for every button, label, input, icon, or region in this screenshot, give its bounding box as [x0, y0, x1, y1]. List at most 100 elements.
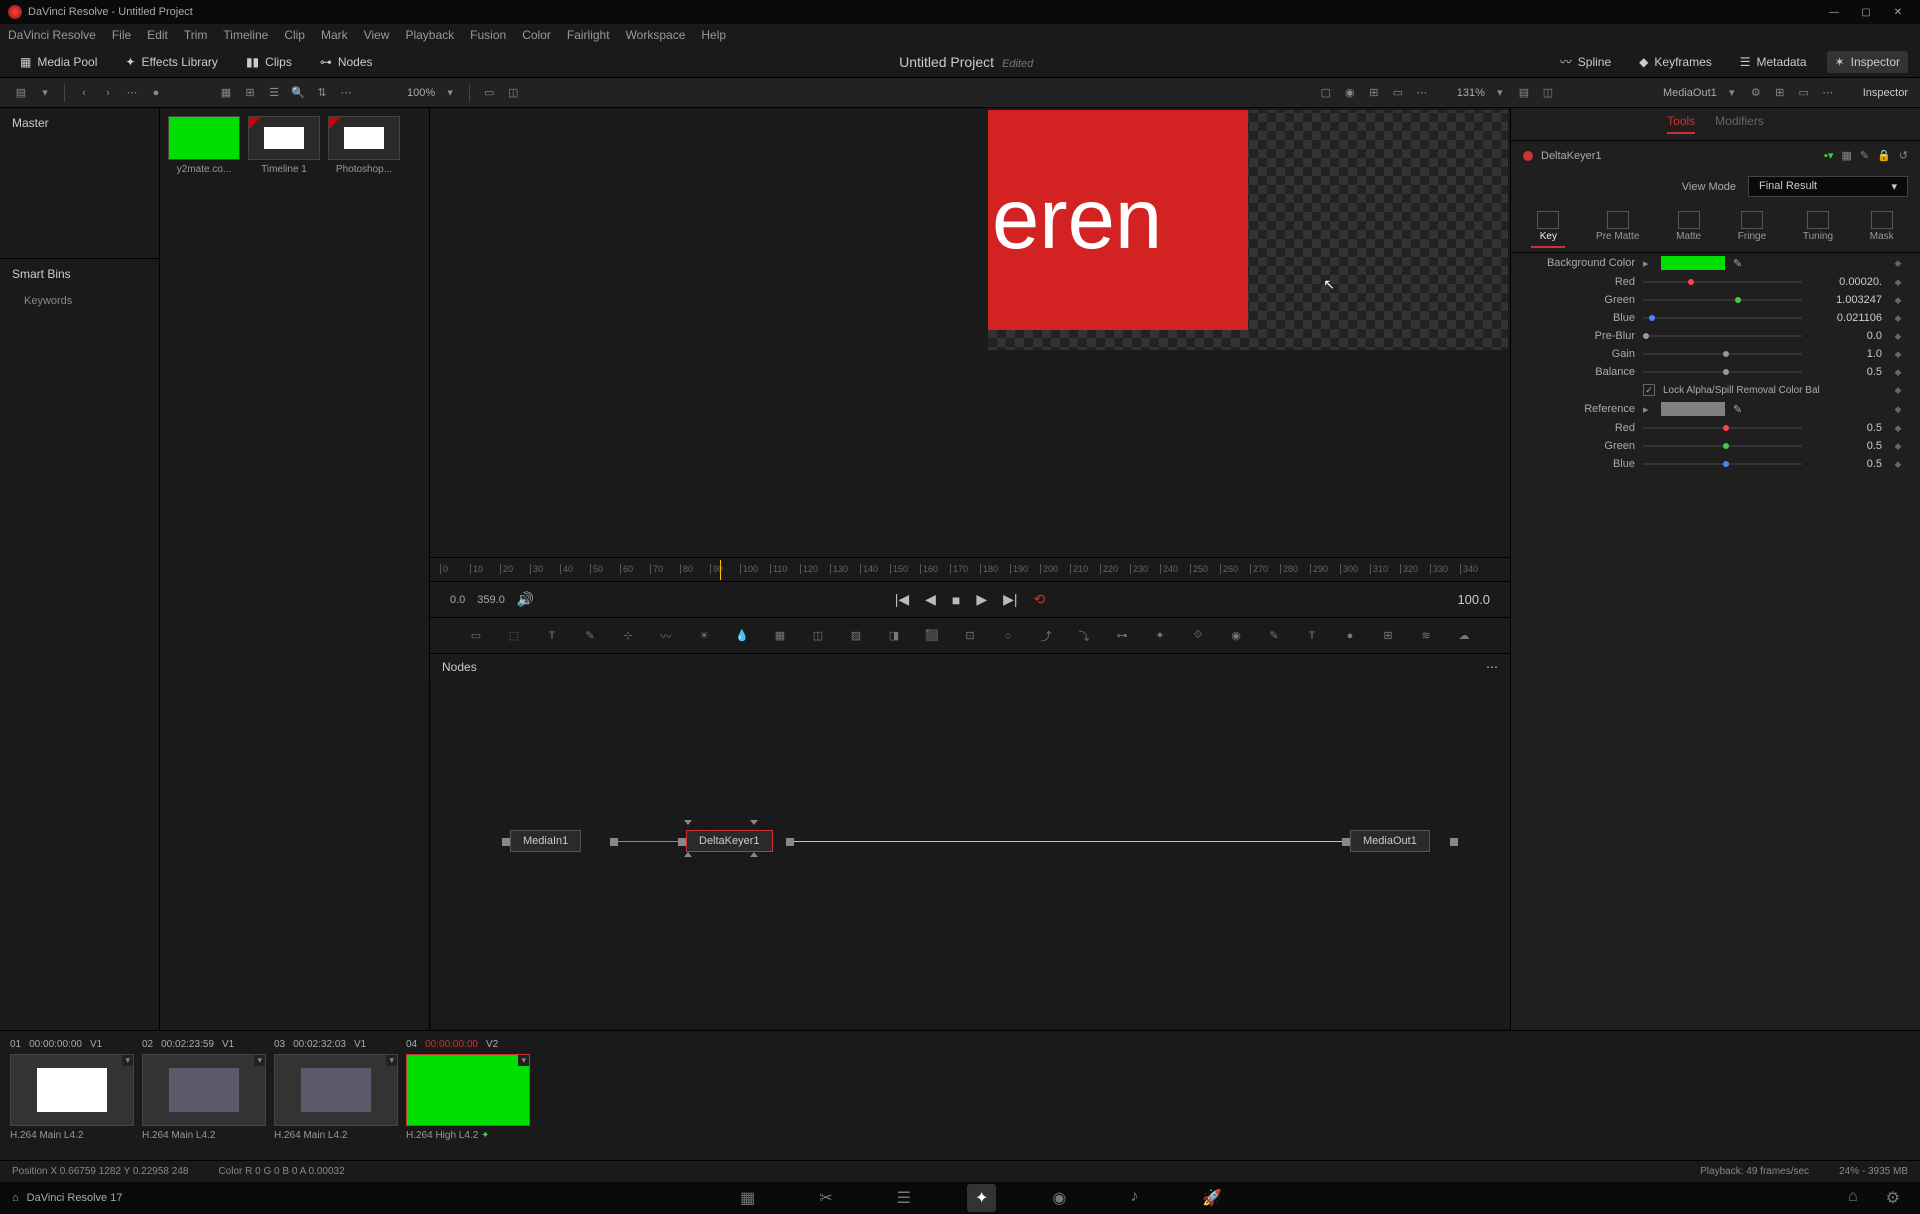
- menu-fusion[interactable]: Fusion: [470, 28, 506, 42]
- clip-thumb-04[interactable]: ▾: [406, 1054, 530, 1126]
- master-bin[interactable]: Master: [0, 108, 159, 138]
- clip-caret-icon[interactable]: ▾: [122, 1055, 133, 1066]
- zoom-left-value[interactable]: 100%: [407, 87, 435, 99]
- prop-slider-Red[interactable]: [1643, 427, 1802, 429]
- keytab-matte[interactable]: Matte: [1670, 207, 1707, 248]
- lock-checkbox[interactable]: ✓: [1643, 384, 1655, 396]
- view1-icon[interactable]: ▢: [1317, 84, 1335, 102]
- menu-color[interactable]: Color: [522, 28, 551, 42]
- menu-help[interactable]: Help: [701, 28, 726, 42]
- eyedropper-icon[interactable]: ✎: [1733, 257, 1742, 270]
- prop-value-Gain[interactable]: 1.0: [1810, 348, 1882, 360]
- insp-ico3[interactable]: 🔒: [1877, 149, 1891, 162]
- keyframe-diamond[interactable]: ◆: [1890, 385, 1906, 396]
- fusion-tool-6[interactable]: ☀: [694, 626, 714, 646]
- more3-icon[interactable]: ⋯: [1413, 84, 1431, 102]
- fusion-tool-22[interactable]: T: [1302, 626, 1322, 646]
- zoom-dd-icon[interactable]: ▾: [441, 84, 459, 102]
- insp-ico4[interactable]: ↺: [1899, 149, 1908, 162]
- node-enabled-icon[interactable]: [1523, 151, 1533, 161]
- more4-icon[interactable]: ⋯: [1819, 84, 1837, 102]
- rect-icon[interactable]: ▭: [1795, 84, 1813, 102]
- fusion-tool-13[interactable]: ⊡: [960, 626, 980, 646]
- inspector-tab[interactable]: ✶Inspector: [1827, 51, 1908, 73]
- fusion-tool-14[interactable]: ○: [998, 626, 1018, 646]
- keyframe-diamond[interactable]: ◆: [1890, 331, 1906, 342]
- skip-start-icon[interactable]: |◀: [895, 591, 909, 608]
- node-mediain1[interactable]: MediaIn1: [510, 830, 581, 852]
- fusion-tool-26[interactable]: ☁: [1454, 626, 1474, 646]
- more2-icon[interactable]: ⋯: [337, 84, 355, 102]
- keytab-fringe[interactable]: Fringe: [1732, 207, 1772, 248]
- expand-icon[interactable]: ▸: [1643, 403, 1653, 416]
- view3-icon[interactable]: ⊞: [1365, 84, 1383, 102]
- mute-icon[interactable]: 🔊: [517, 591, 534, 608]
- menu-fairlight[interactable]: Fairlight: [567, 28, 610, 42]
- effects-library-tab[interactable]: ✦Effects Library: [117, 51, 226, 73]
- fusion-tool-19[interactable]: ⟐: [1188, 626, 1208, 646]
- keyframe-diamond[interactable]: ◆: [1890, 367, 1906, 378]
- close-button[interactable]: ✕: [1884, 2, 1912, 22]
- thumb-Timeline 1[interactable]: [248, 116, 320, 160]
- fusion-tool-20[interactable]: ◉: [1226, 626, 1246, 646]
- menu-trim[interactable]: Trim: [184, 28, 208, 42]
- menu-workspace[interactable]: Workspace: [626, 28, 686, 42]
- list-icon[interactable]: ☰: [265, 84, 283, 102]
- insp-version-icon[interactable]: ▪▾: [1824, 149, 1833, 162]
- project-settings-icon[interactable]: ⌂: [1840, 1184, 1866, 1212]
- keyframe-diamond[interactable]: ◆: [1890, 404, 1906, 415]
- menu-davinci-resolve[interactable]: DaVinci Resolve: [8, 28, 96, 42]
- gear-icon[interactable]: ⚙: [1747, 84, 1765, 102]
- menu-edit[interactable]: Edit: [147, 28, 168, 42]
- grid-small-icon[interactable]: ▦: [217, 84, 235, 102]
- prop-value-Red[interactable]: 0.5: [1810, 422, 1882, 434]
- search-icon[interactable]: 🔍: [289, 84, 307, 102]
- fusion-tool-9[interactable]: ◫: [808, 626, 828, 646]
- keyframe-diamond[interactable]: ◆: [1890, 459, 1906, 470]
- node-port-out[interactable]: [786, 838, 794, 846]
- prop-value-Blue[interactable]: 0.021106: [1810, 312, 1882, 324]
- scale-icon[interactable]: ◫: [504, 84, 522, 102]
- menu-file[interactable]: File: [112, 28, 131, 42]
- minimize-button[interactable]: —: [1820, 2, 1848, 22]
- menu-timeline[interactable]: Timeline: [223, 28, 268, 42]
- fit-icon[interactable]: ▭: [480, 84, 498, 102]
- prop-slider-Red[interactable]: [1643, 281, 1802, 283]
- thumb-y2mate.co...[interactable]: [168, 116, 240, 160]
- fusion-tool-1[interactable]: ⬚: [504, 626, 524, 646]
- nodes-more-icon[interactable]: ⋯: [1486, 660, 1498, 674]
- skip-end-icon[interactable]: ▶|: [1003, 591, 1017, 608]
- fusion-tool-4[interactable]: ⊹: [618, 626, 638, 646]
- fusion-tool-18[interactable]: ✦: [1150, 626, 1170, 646]
- keyframe-diamond[interactable]: ◆: [1890, 441, 1906, 452]
- keytab-tuning[interactable]: Tuning: [1797, 207, 1839, 248]
- view6-icon[interactable]: ◫: [1539, 84, 1557, 102]
- grid2-icon[interactable]: ⊞: [1771, 84, 1789, 102]
- keyframe-diamond[interactable]: ◆: [1890, 258, 1906, 269]
- prop-slider-Pre-Blur[interactable]: [1643, 335, 1802, 337]
- fusion-tool-5[interactable]: 〰: [656, 626, 676, 646]
- stop-icon[interactable]: ■: [952, 592, 960, 608]
- fusion-tool-16[interactable]: ⤵: [1074, 626, 1094, 646]
- zoom-dd2-icon[interactable]: ▾: [1491, 84, 1509, 102]
- fusion-tool-25[interactable]: ≋: [1416, 626, 1436, 646]
- fusion-tool-23[interactable]: ●: [1340, 626, 1360, 646]
- fusion-tool-10[interactable]: ▨: [846, 626, 866, 646]
- fusion-tool-21[interactable]: ✎: [1264, 626, 1284, 646]
- keywords-item[interactable]: Keywords: [0, 289, 159, 313]
- fusion-tool-7[interactable]: 💧: [732, 626, 752, 646]
- fusion-tool-15[interactable]: ⤴: [1036, 626, 1056, 646]
- insp-ico2[interactable]: ✎: [1860, 149, 1869, 162]
- node-deltakeyer1[interactable]: DeltaKeyer1: [686, 830, 773, 852]
- fusion-tool-8[interactable]: ▦: [770, 626, 790, 646]
- view4-icon[interactable]: ▭: [1389, 84, 1407, 102]
- ref-color-swatch[interactable]: [1661, 402, 1725, 416]
- list-view-icon[interactable]: ▤: [12, 84, 30, 102]
- keytab-mask[interactable]: Mask: [1864, 207, 1900, 248]
- keyframe-diamond[interactable]: ◆: [1890, 313, 1906, 324]
- smart-bins-header[interactable]: Smart Bins: [0, 258, 159, 289]
- clip-caret-icon[interactable]: ▾: [254, 1055, 265, 1066]
- media-page-icon[interactable]: ▦: [732, 1184, 763, 1212]
- prop-value-Green[interactable]: 0.5: [1810, 440, 1882, 452]
- node-port-out[interactable]: [1450, 838, 1458, 846]
